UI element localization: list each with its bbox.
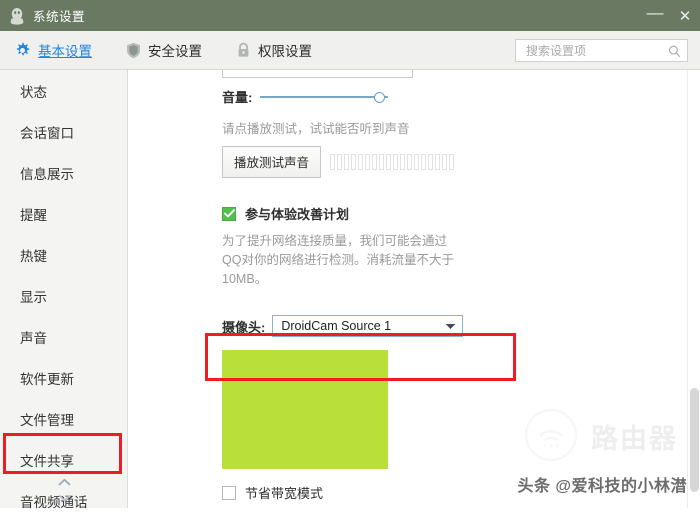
sound-hint-text: 请点播放测试，试试能否听到声音 [222,122,410,136]
settings-tab-bar: 基本设置 安全设置 权限设置 [0,31,700,70]
camera-preview [222,350,388,469]
gear-icon [16,42,30,55]
improve-plan-checkbox[interactable] [222,206,236,221]
play-test-row: 播放测试声音 [222,146,700,178]
search-box[interactable] [515,39,688,62]
meter-bar [386,154,392,170]
volume-slider[interactable] [260,90,389,104]
meter-bar [337,154,343,170]
meter-bar [351,154,357,170]
tab-security-settings-label: 安全设置 [148,44,202,59]
content-area: 状态 会话窗口 信息展示 提醒 热键 显示 声音 软件更新 文件管理 文件共享 … [0,70,700,510]
sidebar-item-chat-window[interactable]: 会话窗口 [0,111,127,152]
meter-bar [442,154,448,170]
meter-bar [428,154,434,170]
window-title: 系统设置 [33,10,86,24]
qq-penguin-icon [10,7,24,25]
volume-row: 音量: [222,87,700,106]
bandwidth-mode-label: 节省带宽模式 [245,486,324,501]
meter-bar [414,154,420,170]
search-input[interactable] [524,42,669,59]
sidebar-item-hotkeys[interactable]: 热键 [0,234,127,275]
sidebar-item-software-update[interactable]: 软件更新 [0,357,127,398]
search-icon[interactable] [668,44,681,58]
main-panel: 音量: 请点播放测试，试试能否听到声音 播放测试声音 参与体验改善计划 为了提升… [128,70,700,508]
window-controls: — ✕ [640,0,700,31]
meter-bar [365,154,371,170]
camera-select[interactable]: DroidCam Source 1 [272,315,464,337]
main-scrollbar[interactable] [687,70,700,508]
volume-slider-track [260,95,389,98]
settings-pane: 音量: 请点播放测试，试试能否听到声音 播放测试声音 参与体验改善计划 为了提升… [128,70,700,508]
tab-basic-settings-label: 基本设置 [38,44,92,59]
chevron-down-icon[interactable] [445,323,456,330]
shield-icon [127,42,140,58]
volume-slider-thumb[interactable] [373,91,385,103]
sidebar-item-file-management[interactable]: 文件管理 [0,398,127,439]
improve-plan-description: 为了提升网络连接质量，我们可能会通过QQ对你的网络进行检测。消耗流量不大于10M… [222,234,454,286]
audio-level-meter [330,154,455,170]
sidebar-item-info-display[interactable]: 信息展示 [0,152,127,193]
improve-plan-label: 参与体验改善计划 [245,207,350,222]
minimize-button[interactable]: — [640,0,670,34]
lock-icon [238,42,249,57]
chevron-down-icon[interactable] [54,490,74,506]
scrolled-off-select[interactable] [222,70,413,78]
sidebar-item-sound[interactable]: 声音 [0,316,127,357]
tab-security-settings[interactable]: 安全设置 [126,31,202,69]
play-test-sound-button[interactable]: 播放测试声音 [222,146,322,178]
camera-selected-value: DroidCam Source 1 [281,319,392,333]
meter-bar [344,154,350,170]
chevron-up-icon[interactable] [54,474,74,490]
meter-bar [449,154,455,170]
camera-row: 摄像头: DroidCam Source 1 [222,315,700,337]
meter-bar [330,154,336,170]
sidebar-item-display[interactable]: 显示 [0,275,127,316]
meter-bar [372,154,378,170]
check-icon [223,209,235,218]
bandwidth-mode-checkbox[interactable] [222,485,236,500]
improve-plan-row[interactable]: 参与体验改善计划 [222,204,700,223]
main-scrollbar-thumb[interactable] [690,388,699,492]
bandwidth-mode-row[interactable]: 节省带宽模式 [222,483,700,502]
meter-bar [400,154,406,170]
close-button[interactable]: ✕ [670,0,700,31]
tab-permission-settings-label: 权限设置 [258,44,312,59]
camera-label: 摄像头: [222,319,266,335]
title-bar: 系统设置 — ✕ [0,0,700,31]
sidebar: 状态 会话窗口 信息展示 提醒 热键 显示 声音 软件更新 文件管理 文件共享 … [0,70,128,510]
meter-bar [421,154,427,170]
tab-basic-settings[interactable]: 基本设置 [14,31,92,69]
meter-bar [407,154,413,170]
meter-bar [358,154,364,170]
sidebar-item-reminder[interactable]: 提醒 [0,193,127,234]
sidebar-item-status[interactable]: 状态 [0,70,127,111]
sidebar-scroll-controls [0,474,128,506]
meter-bar [379,154,385,170]
meter-bar [393,154,399,170]
volume-label: 音量: [222,90,253,105]
tab-permission-settings[interactable]: 权限设置 [236,31,312,69]
meter-bar [435,154,441,170]
